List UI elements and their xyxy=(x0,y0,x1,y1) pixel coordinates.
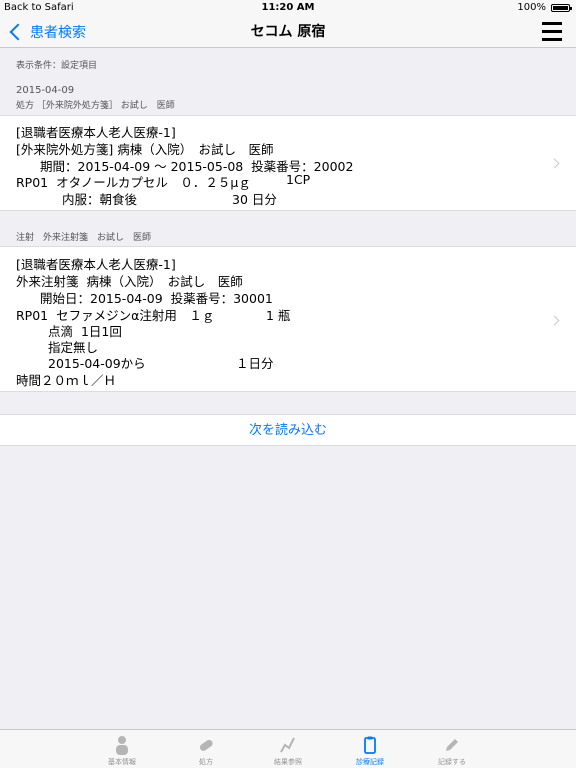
tab-bar: 基本情報 処方 結果参照 診療記録 記録する xyxy=(0,729,576,768)
tab-prescription[interactable]: 処方 xyxy=(166,730,246,768)
group-subheader: 注射 外来注射箋 お試し 医師 xyxy=(16,233,152,243)
navigation-bar: 患者検索 セコム 原宿 xyxy=(0,16,576,48)
battery-icon xyxy=(551,4,572,12)
tab-label: 処方 xyxy=(199,758,213,766)
duration-line: １日分 xyxy=(236,356,274,371)
hamburger-menu-icon[interactable] xyxy=(542,22,562,42)
chevron-right-icon xyxy=(549,315,560,326)
drug-quantity: 1CP xyxy=(286,172,311,187)
filter-label: 表示条件：設定項目 xyxy=(16,61,98,71)
clipboard-icon xyxy=(364,736,376,754)
tab-label: 記録する xyxy=(438,758,466,766)
pill-icon xyxy=(199,739,213,751)
tab-label: 診療記録 xyxy=(356,758,384,766)
pencil-icon xyxy=(446,739,458,751)
prescription-record-card[interactable]: [退職者医療本人老人医療-1] [外来院外処方箋] 病棟（入院） お試し 医師 … xyxy=(0,115,576,211)
injection-record-card[interactable]: [退職者医療本人老人医療-1] 外来注射箋 病棟（入院） お試し 医師 開始日：… xyxy=(0,246,576,392)
usage-line: 内服：朝食後 xyxy=(62,192,138,207)
tab-medical-records[interactable]: 診療記録 xyxy=(330,730,410,768)
group-date: 2015-04-09 xyxy=(16,85,75,96)
tab-results[interactable]: 結果参照 xyxy=(248,730,328,768)
group-subheader: 処方 ［外来院外処方箋］ お試し 医師 xyxy=(16,101,175,111)
tab-label: 結果参照 xyxy=(274,758,302,766)
status-bar: Back to Safari 11:20 AM 100% xyxy=(0,0,576,16)
status-time: 11:20 AM xyxy=(261,2,315,13)
chevron-right-icon xyxy=(549,158,560,169)
battery-percent: 100% xyxy=(517,2,546,13)
tab-write-record[interactable]: 記録する xyxy=(412,730,492,768)
tab-basic-info[interactable]: 基本情報 xyxy=(82,730,162,768)
person-icon xyxy=(116,736,128,755)
drug-quantity: 1 瓶 xyxy=(266,308,291,323)
tab-label: 基本情報 xyxy=(108,758,136,766)
rate-line: 時間２０ｍｌ／Ｈ xyxy=(16,373,117,388)
duration-line: 30 日分 xyxy=(232,192,277,207)
load-more-button[interactable]: 次を読み込む xyxy=(0,414,576,446)
page-title: セコム 原宿 xyxy=(250,24,326,40)
chart-icon xyxy=(280,737,295,753)
